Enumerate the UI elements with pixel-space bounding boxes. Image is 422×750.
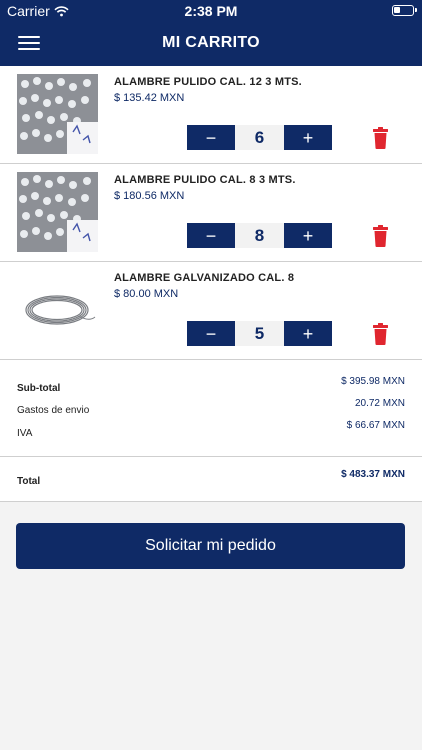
shipping-value: 20.72 MXN — [354, 398, 405, 409]
product-name: ALAMBRE PULIDO CAL. 8 3 MTS. — [114, 174, 296, 186]
product-image — [17, 172, 98, 252]
order-total: Total $ 483.37 MXN — [0, 457, 422, 502]
quantity-value: 8 — [235, 223, 284, 248]
submit-order-button[interactable]: Solicitar mi pedido — [16, 523, 405, 569]
total-value: $ 483.37 MXN — [341, 469, 405, 480]
increase-quantity-button[interactable]: + — [284, 223, 332, 248]
battery-icon — [392, 5, 417, 16]
product-image — [17, 270, 98, 350]
subtotal-value: $ 395.98 MXN — [341, 376, 405, 387]
product-price: $ 80.00 MXN — [114, 288, 179, 300]
quantity-value: 5 — [235, 321, 284, 346]
cart-item: ALAMBRE PULIDO CAL. 12 3 MTS. $ 135.42 M… — [0, 66, 422, 164]
trash-icon[interactable] — [372, 323, 389, 345]
subtotal-label: Sub-total — [17, 383, 61, 394]
cart-item: ALAMBRE GALVANIZADO CAL. 8 $ 80.00 MXN −… — [0, 262, 422, 360]
total-label: Total — [17, 476, 41, 487]
increase-quantity-button[interactable]: + — [284, 125, 332, 150]
clock: 2:38 PM — [184, 3, 238, 19]
product-price: $ 180.56 MXN — [114, 190, 185, 202]
increase-quantity-button[interactable]: + — [284, 321, 332, 346]
product-name: ALAMBRE GALVANIZADO CAL. 8 — [114, 272, 295, 284]
trash-icon[interactable] — [372, 225, 389, 247]
page-title: MI CARRITO — [162, 34, 260, 51]
product-image — [17, 74, 98, 154]
status-bar: Carrier 2:38 PM — [0, 0, 422, 22]
cart-list: ALAMBRE PULIDO CAL. 12 3 MTS. $ 135.42 M… — [0, 66, 422, 360]
decrease-quantity-button[interactable]: − — [187, 125, 235, 150]
product-price: $ 135.42 MXN — [114, 92, 185, 104]
product-name: ALAMBRE PULIDO CAL. 12 3 MTS. — [114, 76, 302, 88]
tax-value: $ 66.67 MXN — [346, 420, 405, 431]
decrease-quantity-button[interactable]: − — [187, 223, 235, 248]
tax-label: IVA — [17, 428, 33, 439]
app-header: Carrier 2:38 PM MI CARRITO — [0, 0, 422, 66]
trash-icon[interactable] — [372, 127, 389, 149]
quantity-value: 6 — [235, 125, 284, 150]
shipping-label: Gastos de envio — [17, 405, 90, 416]
order-summary: Sub-total $ 395.98 MXN Gastos de envio 2… — [0, 360, 422, 457]
decrease-quantity-button[interactable]: − — [187, 321, 235, 346]
cart-item: ALAMBRE PULIDO CAL. 8 3 MTS. $ 180.56 MX… — [0, 164, 422, 262]
